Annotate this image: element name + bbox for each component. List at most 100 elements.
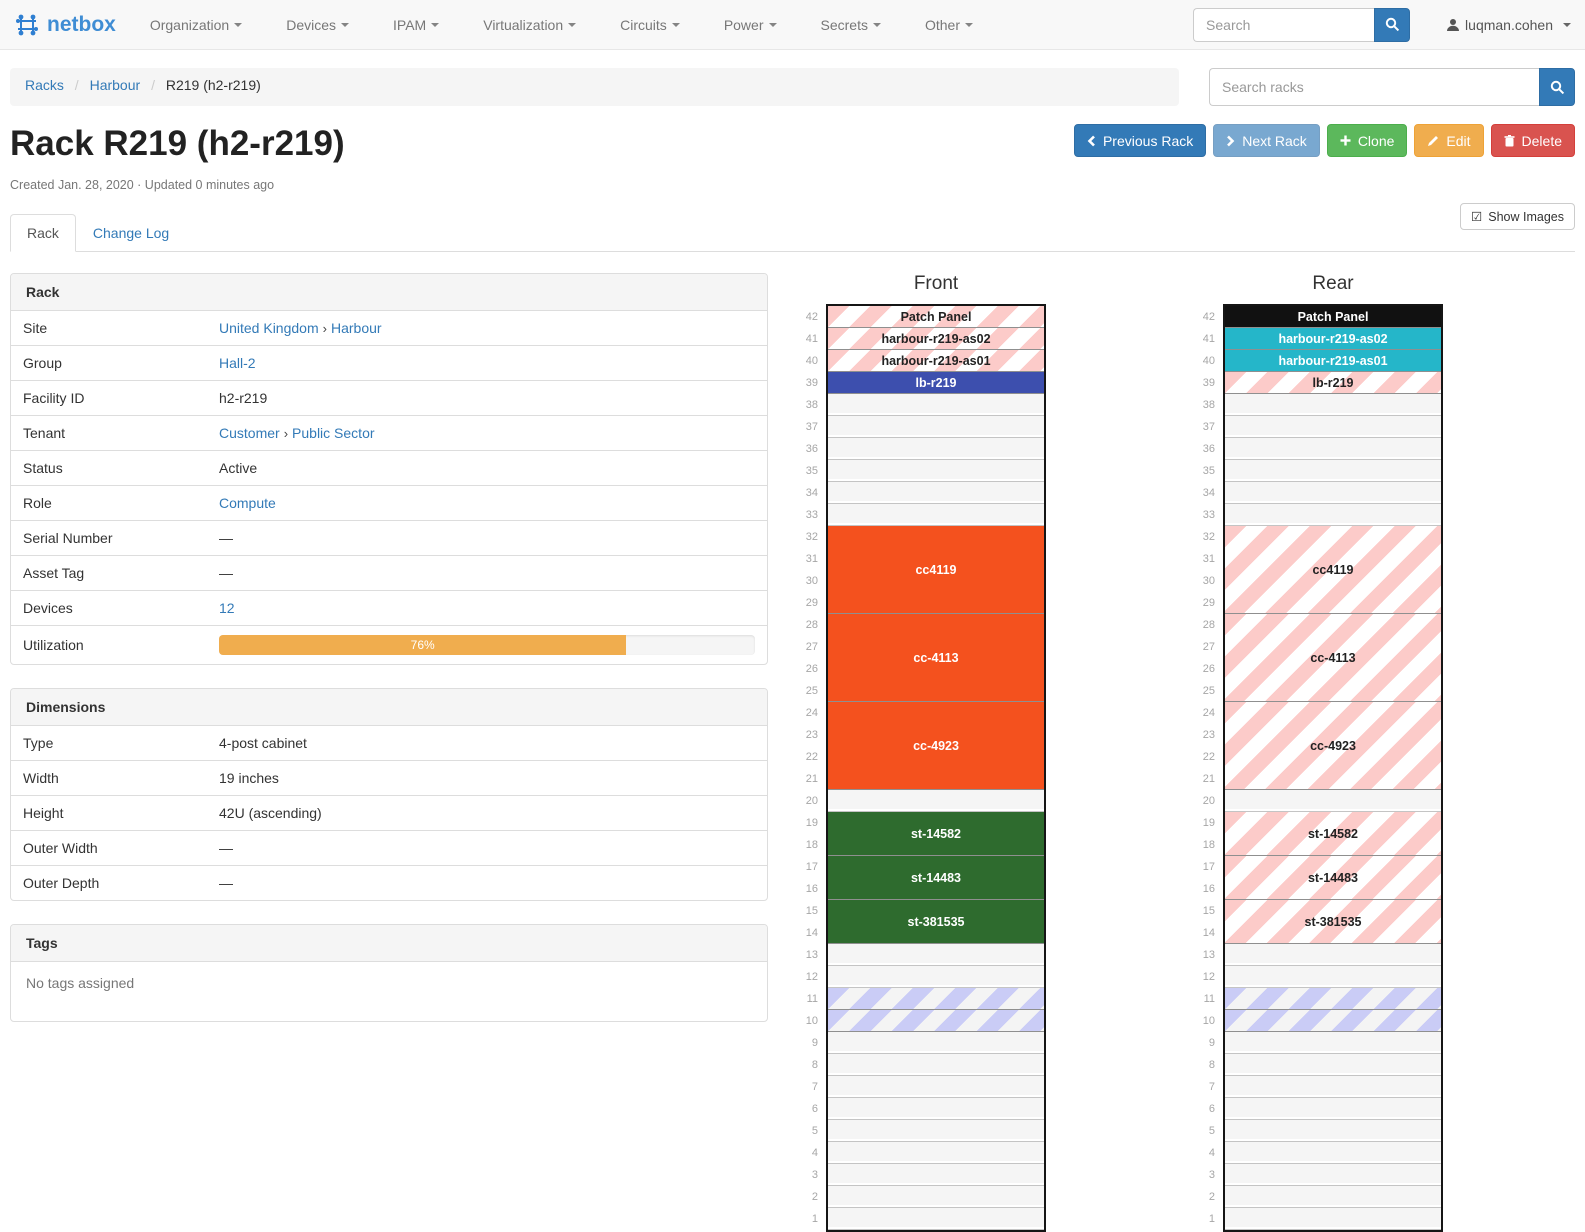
attr-label: Facility ID xyxy=(11,381,207,416)
attr-label: Serial Number xyxy=(11,521,207,556)
tab-rack[interactable]: Rack xyxy=(10,214,76,252)
rack-device-cc-4113[interactable]: cc-4113 xyxy=(828,614,1044,702)
unit-number: 33 xyxy=(1197,504,1223,526)
unit-number: 30 xyxy=(800,570,826,592)
site-link[interactable]: Harbour xyxy=(331,320,382,336)
user-menu[interactable]: luqman.cohen xyxy=(1446,17,1571,33)
unit-number: 6 xyxy=(1197,1098,1223,1120)
rack-unit-empty xyxy=(1225,1164,1441,1186)
rack-unit-empty xyxy=(1225,1142,1441,1164)
serial-number-value: — xyxy=(207,521,767,556)
rack-device-st-14582[interactable]: st-14582 xyxy=(1225,812,1441,856)
rack-device-lb-r219[interactable]: lb-r219 xyxy=(1225,372,1441,394)
outer-width-value: — xyxy=(207,831,767,866)
main-menu: Organization Devices IPAM Virtualization… xyxy=(150,17,973,33)
attr-label: Utilization xyxy=(11,626,207,665)
rack-unit-empty xyxy=(1225,394,1441,416)
show-images-button[interactable]: ☑ Show Images xyxy=(1460,203,1575,230)
rack-unit-empty xyxy=(828,1120,1044,1142)
edit-button[interactable]: Edit xyxy=(1414,124,1483,157)
rack-device-lb-r219[interactable]: lb-r219 xyxy=(828,372,1044,394)
unit-number: 41 xyxy=(1197,328,1223,350)
tags-panel: Tags No tags assigned xyxy=(10,924,768,1022)
rack-device-cc-4923[interactable]: cc-4923 xyxy=(828,702,1044,790)
outer-depth-value: — xyxy=(207,866,767,901)
rack-unit-empty xyxy=(1225,460,1441,482)
rack-device-st-381535[interactable]: st-381535 xyxy=(828,900,1044,944)
breadcrumb-link-harbour[interactable]: Harbour xyxy=(90,77,141,93)
nav-item-organization[interactable]: Organization xyxy=(150,17,242,33)
nav-item-power[interactable]: Power xyxy=(724,17,777,33)
rack-unit-empty xyxy=(828,394,1044,416)
chevron-down-icon xyxy=(769,23,777,27)
unit-number: 7 xyxy=(1197,1076,1223,1098)
rack-device-st-381535[interactable]: st-381535 xyxy=(1225,900,1441,944)
rack-search-input[interactable] xyxy=(1209,68,1539,106)
unit-number: 29 xyxy=(800,592,826,614)
rack-device-patch-panel[interactable]: Patch Panel xyxy=(828,306,1044,328)
tenant-group-link[interactable]: Customer xyxy=(219,425,280,441)
tab-change-log[interactable]: Change Log xyxy=(76,214,186,252)
rack-device-harbour-r219-as01[interactable]: harbour-r219-as01 xyxy=(1225,350,1441,372)
button-label: Previous Rack xyxy=(1103,133,1193,149)
brand-text: netbox xyxy=(47,13,116,37)
row-group: Group Hall-2 xyxy=(11,346,767,381)
netbox-brand-link[interactable]: netbox xyxy=(14,12,116,38)
user-icon xyxy=(1446,18,1460,32)
nav-item-ipam[interactable]: IPAM xyxy=(393,17,439,33)
site-region-link[interactable]: United Kingdom xyxy=(219,320,319,336)
unit-number: 37 xyxy=(1197,416,1223,438)
rack-device-cc4119[interactable]: cc4119 xyxy=(828,526,1044,614)
role-link[interactable]: Compute xyxy=(219,495,276,511)
unit-number: 30 xyxy=(1197,570,1223,592)
chevron-down-icon xyxy=(672,23,680,27)
rack-unit-empty xyxy=(1225,1054,1441,1076)
unit-number: 1 xyxy=(1197,1208,1223,1230)
rack-device-harbour-r219-as02[interactable]: harbour-r219-as02 xyxy=(828,328,1044,350)
nav-item-label: Other xyxy=(925,17,960,33)
rack-device-cc4119[interactable]: cc4119 xyxy=(1225,526,1441,614)
unit-number: 12 xyxy=(1197,966,1223,988)
global-search-button[interactable] xyxy=(1374,8,1410,42)
nav-item-devices[interactable]: Devices xyxy=(286,17,349,33)
devices-count-link[interactable]: 12 xyxy=(219,600,235,616)
rack-device-cc-4923[interactable]: cc-4923 xyxy=(1225,702,1441,790)
tenant-link[interactable]: Public Sector xyxy=(292,425,374,441)
next-rack-button[interactable]: Next Rack xyxy=(1213,124,1320,157)
nav-item-secrets[interactable]: Secrets xyxy=(821,17,881,33)
row-outer-depth: Outer Depth — xyxy=(11,866,767,901)
rack-device-cc-4113[interactable]: cc-4113 xyxy=(1225,614,1441,702)
delete-button[interactable]: Delete xyxy=(1491,124,1575,157)
unit-number: 11 xyxy=(800,988,826,1010)
rack-device-harbour-r219-as02[interactable]: harbour-r219-as02 xyxy=(1225,328,1441,350)
unit-number: 40 xyxy=(800,350,826,372)
unit-number: 34 xyxy=(1197,482,1223,504)
rack-device-st-14483[interactable]: st-14483 xyxy=(1225,856,1441,900)
unit-number: 42 xyxy=(1197,306,1223,328)
rack-device-st-14483[interactable]: st-14483 xyxy=(828,856,1044,900)
group-link[interactable]: Hall-2 xyxy=(219,355,256,371)
attr-label: Devices xyxy=(11,591,207,626)
width-value: 19 inches xyxy=(207,761,767,796)
breadcrumb-link-racks[interactable]: Racks xyxy=(25,77,64,93)
rack-search-button[interactable] xyxy=(1539,68,1575,106)
rack-elevation-rear: Rear 42414039383736353433323130292827262… xyxy=(1197,273,1443,1232)
utilization-bar-track: 76% xyxy=(219,635,755,655)
chevron-right-icon xyxy=(1226,135,1235,147)
rack-device-patch-panel[interactable]: Patch Panel xyxy=(1225,306,1441,328)
rack-unit-empty xyxy=(828,1098,1044,1120)
nav-item-virtualization[interactable]: Virtualization xyxy=(483,17,576,33)
rack-device-harbour-r219-as01[interactable]: harbour-r219-as01 xyxy=(828,350,1044,372)
rack-device-st-14582[interactable]: st-14582 xyxy=(828,812,1044,856)
unit-number: 4 xyxy=(1197,1142,1223,1164)
previous-rack-button[interactable]: Previous Rack xyxy=(1074,124,1206,157)
nav-item-other[interactable]: Other xyxy=(925,17,973,33)
unit-number: 25 xyxy=(1197,680,1223,702)
rack-unit-empty xyxy=(1225,1076,1441,1098)
global-search-input[interactable] xyxy=(1193,8,1374,42)
rack-unit-empty xyxy=(828,1164,1044,1186)
clone-button[interactable]: Clone xyxy=(1327,124,1408,157)
nav-item-circuits[interactable]: Circuits xyxy=(620,17,680,33)
rack-elevations: Front 4241403938373635343332313029282726… xyxy=(768,273,1443,1232)
chevron-down-icon xyxy=(341,23,349,27)
